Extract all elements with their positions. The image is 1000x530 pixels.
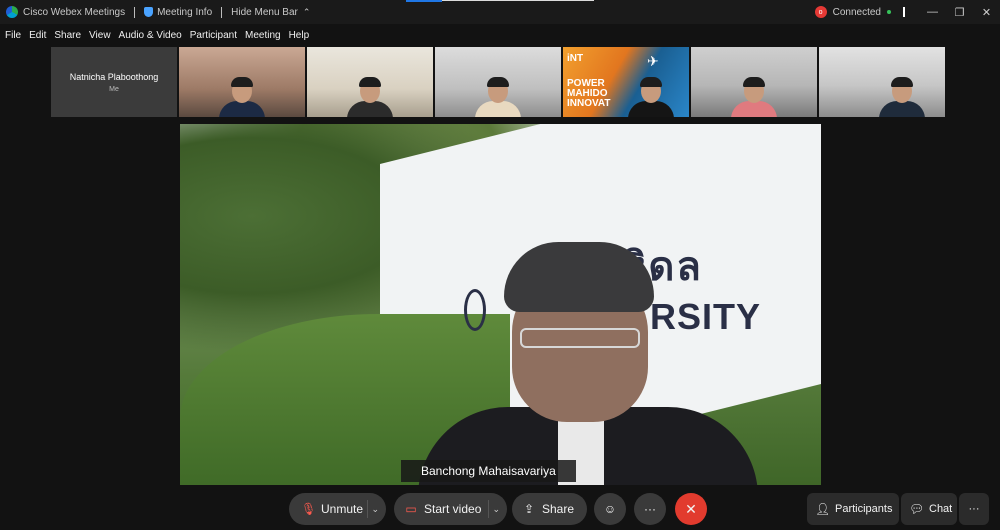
- speaker-name-label: Banchong Mahaisavariya: [401, 460, 576, 482]
- participant-video-thumbnail[interactable]: iNT POWER MAHIDO INNOVAT ✈: [563, 47, 689, 117]
- hide-menu-bar-button[interactable]: Hide Menu Bar ⌃: [231, 7, 310, 18]
- divider: [134, 6, 136, 18]
- more-icon: ···: [968, 503, 980, 515]
- panel-more-button[interactable]: ···: [959, 493, 989, 525]
- airplane-icon: ✈: [647, 53, 659, 69]
- self-video-thumbnail[interactable]: Natnicha Plaboothong Me: [51, 47, 177, 117]
- participant-avatar: [475, 77, 521, 117]
- unmute-label: Unmute: [321, 502, 364, 516]
- self-tag: Me: [109, 85, 119, 93]
- chevron-down-icon[interactable]: ⌄: [492, 504, 500, 515]
- menu-help[interactable]: Help: [289, 30, 310, 41]
- share-button[interactable]: ⇪ Share: [512, 493, 587, 525]
- share-icon: ⇪: [523, 502, 535, 516]
- more-options-button[interactable]: ···: [634, 493, 666, 525]
- menu-file[interactable]: File: [5, 30, 21, 41]
- unmute-button[interactable]: 🎙︎ Unmute ⌄: [289, 493, 386, 525]
- menu-share[interactable]: Share: [54, 30, 81, 41]
- speaker-figure: [408, 242, 768, 485]
- person-icon: 👤︎: [815, 502, 831, 516]
- hide-menu-bar-label: Hide Menu Bar: [231, 6, 298, 18]
- recording-icon[interactable]: o: [814, 6, 827, 18]
- menu-edit[interactable]: Edit: [29, 30, 46, 41]
- self-name: Natnicha Plaboothong: [69, 71, 159, 82]
- chat-label: Chat: [929, 503, 953, 515]
- reactions-button[interactable]: ☺: [594, 493, 626, 525]
- participant-avatar: [219, 77, 265, 117]
- title-bar: Cisco Webex Meetings Meeting Info Hide M…: [0, 0, 1000, 24]
- poster-brand: iNT: [567, 53, 584, 64]
- app-title: Cisco Webex Meetings: [0, 6, 125, 18]
- webex-logo-icon: [6, 6, 18, 18]
- participant-video-thumbnail[interactable]: [179, 47, 305, 117]
- menu-participant[interactable]: Participant: [190, 30, 237, 41]
- share-label: Share: [542, 502, 575, 516]
- close-icon: ✕: [685, 500, 697, 517]
- connected-dot-icon: [887, 10, 891, 14]
- poster-text: POWER MAHIDO INNOVAT: [567, 79, 611, 109]
- chevron-down-icon[interactable]: ⌄: [371, 504, 379, 515]
- window-controls: o Connected — ❐ ✕: [814, 0, 1000, 24]
- share-indicator-line: [442, 0, 594, 1]
- participant-video-thumbnail[interactable]: [819, 47, 945, 117]
- meeting-info-button[interactable]: Meeting Info: [144, 7, 212, 18]
- participants-button[interactable]: 👤︎ Participants: [807, 493, 899, 525]
- restore-icon[interactable]: ❐: [946, 6, 973, 19]
- meeting-info-label: Meeting Info: [157, 6, 213, 18]
- minimize-icon[interactable]: —: [919, 6, 946, 18]
- leave-meeting-button[interactable]: ✕: [675, 493, 707, 525]
- participants-label: Participants: [835, 503, 893, 515]
- app-name: Cisco Webex Meetings: [23, 6, 126, 18]
- chat-bubble-icon: 💬︎: [909, 502, 925, 516]
- more-icon: ···: [644, 502, 656, 516]
- participant-thumbnail-strip: Natnicha Plaboothong Me iNT POWER MAHIDO…: [51, 47, 945, 117]
- participant-avatar: [879, 77, 926, 117]
- participant-video-thumbnail[interactable]: [307, 47, 433, 117]
- divider: [221, 6, 223, 18]
- divider: [367, 500, 368, 518]
- participant-video-thumbnail[interactable]: [435, 47, 561, 117]
- participant-avatar: [731, 77, 777, 117]
- participant-avatar: [347, 77, 393, 117]
- chat-button[interactable]: 💬︎ Chat: [901, 493, 957, 525]
- close-window-icon[interactable]: ✕: [973, 6, 1000, 19]
- participant-avatar: [628, 77, 675, 117]
- shield-icon: [144, 7, 154, 17]
- smiley-icon: ☺: [603, 502, 617, 516]
- connection-status: Connected: [832, 6, 881, 18]
- chevron-up-icon: ⌃: [302, 6, 311, 17]
- poster-line: INNOVAT: [567, 98, 611, 109]
- menu-meeting[interactable]: Meeting: [245, 30, 281, 41]
- mic-muted-icon: 🎙︎: [301, 502, 317, 516]
- active-speaker-video[interactable]: หิดล RSITY: [180, 124, 821, 485]
- menu-bar: File Edit Share View Audio & Video Parti…: [0, 26, 317, 44]
- divider: [488, 500, 489, 518]
- camera-off-icon: ▭: [405, 502, 417, 516]
- menu-audio-video[interactable]: Audio & Video: [119, 30, 182, 41]
- divider: [903, 7, 905, 17]
- start-video-label: Start video: [424, 502, 482, 516]
- menu-view[interactable]: View: [89, 30, 111, 41]
- participant-video-thumbnail[interactable]: [691, 47, 817, 117]
- share-indicator-bar: [406, 0, 442, 2]
- start-video-button[interactable]: ▭ Start video ⌄: [394, 493, 507, 525]
